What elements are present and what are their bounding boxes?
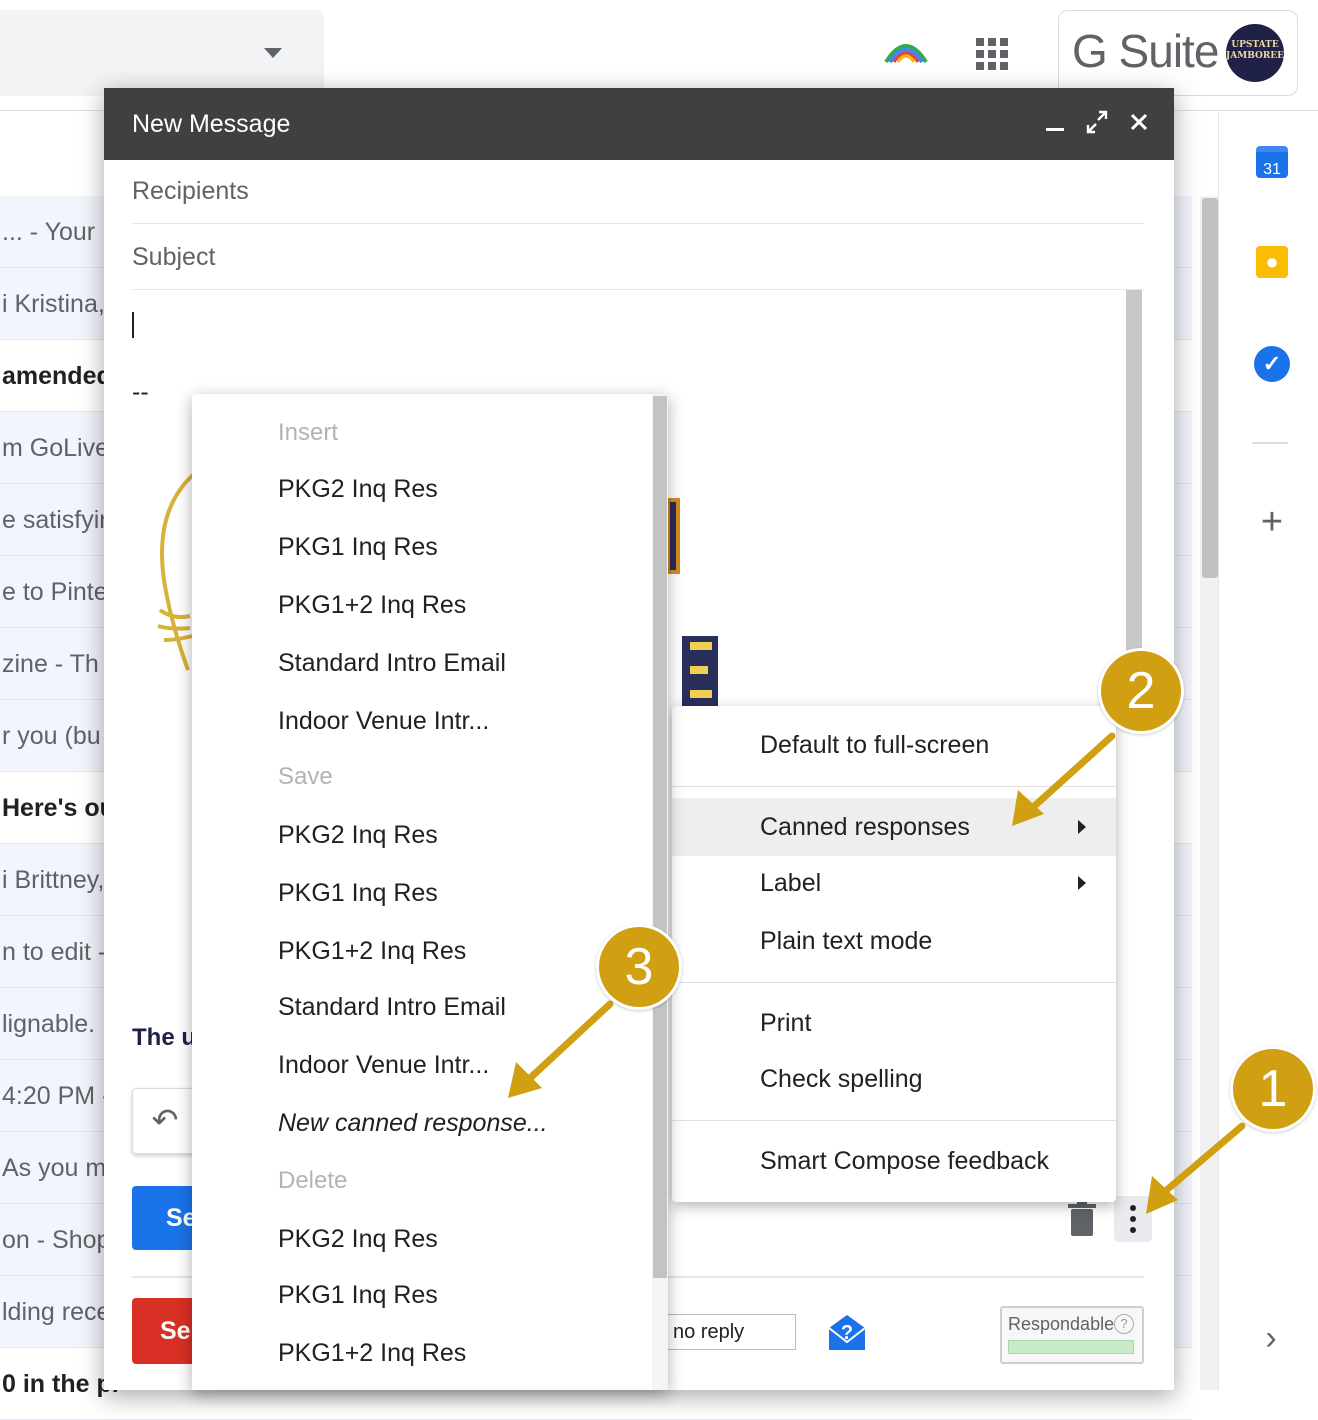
menu-divider [672, 982, 1116, 983]
help-envelope-icon[interactable]: ? [826, 1312, 868, 1352]
canned-insert-item[interactable]: Indoor Venue Intr... [278, 706, 489, 736]
canned-submenu-scrollbar-thumb[interactable] [653, 396, 667, 1278]
canned-delete-item[interactable]: PKG2 Inq Res [278, 1224, 438, 1254]
no-reply-field[interactable]: no reply [660, 1314, 796, 1350]
label-submenu-arrow-icon [1078, 876, 1086, 890]
canned-delete-item[interactable]: PKG1 Inq Res [278, 1280, 438, 1310]
new-canned-response-item[interactable]: New canned response... [278, 1108, 548, 1138]
menu-item-print[interactable]: Print [672, 994, 1116, 1052]
google-apps-grid-icon[interactable] [976, 38, 1008, 70]
menu-divider [672, 1120, 1116, 1121]
canned-save-item[interactable]: PKG1 Inq Res [278, 878, 438, 908]
canned-delete-header: Delete [278, 1167, 348, 1194]
menu-item-canned-responses[interactable]: Canned responses [672, 798, 1116, 856]
menu-item-plain-text-mode[interactable]: Plain text mode [672, 912, 1116, 970]
close-icon[interactable] [1124, 104, 1154, 140]
canned-delete-item[interactable]: PKG1+2 Inq Res [278, 1338, 466, 1368]
tasks-check-icon[interactable]: ✓ [1254, 346, 1290, 382]
canned-save-item[interactable]: PKG2 Inq Res [278, 820, 438, 850]
trash-icon[interactable] [1066, 1200, 1098, 1238]
step-1-badge: 1 [1230, 1046, 1316, 1132]
canned-save-header: Save [278, 763, 333, 790]
subject-field[interactable]: Subject [132, 224, 1144, 290]
menu-item-default-full-screen[interactable]: Default to full-screen [672, 716, 1116, 774]
respondable-score-bar [1008, 1340, 1134, 1354]
search-options-dropdown-icon[interactable] [264, 48, 282, 58]
menu-item-smart-compose-feedback[interactable]: Smart Compose feedback [672, 1132, 1116, 1190]
rainbow-app-icon[interactable] [884, 36, 928, 64]
undo-icon[interactable]: ↶ [132, 1088, 198, 1154]
signature-logo-lettering [668, 498, 718, 706]
canned-insert-item[interactable]: PKG1 Inq Res [278, 532, 438, 562]
recipients-field[interactable]: Recipients [132, 158, 1144, 224]
canned-insert-item[interactable]: Standard Intro Email [278, 648, 506, 678]
canned-save-item[interactable]: PKG1+2 Inq Res [278, 936, 466, 966]
menu-item-label[interactable]: Label [672, 854, 1116, 912]
add-addon-plus-icon[interactable]: + [1256, 502, 1288, 542]
canned-insert-item[interactable]: PKG1+2 Inq Res [278, 590, 466, 620]
more-options-icon[interactable] [1114, 1196, 1152, 1242]
side-panel [1218, 112, 1318, 1390]
canned-insert-header: Insert [278, 419, 339, 446]
expand-side-panel-chevron-icon[interactable]: › [1256, 1318, 1286, 1358]
menu-item-check-spelling[interactable]: Check spelling [672, 1050, 1116, 1108]
compose-title: New Message [132, 110, 291, 138]
canned-save-item[interactable]: Standard Intro Email [278, 992, 506, 1022]
canned-save-item[interactable]: Indoor Venue Intr... [278, 1050, 489, 1080]
canned-responses-submenu-arrow-icon [1078, 820, 1086, 834]
text-cursor [132, 312, 134, 338]
full-screen-icon[interactable] [1082, 104, 1112, 140]
body-text-snippet: The u [132, 1024, 196, 1051]
signature-separator: -- [132, 378, 149, 406]
canned-insert-item[interactable]: PKG2 Inq Res [278, 474, 438, 504]
inbox-scrollbar-thumb[interactable] [1202, 198, 1218, 578]
step-2-badge: 2 [1098, 648, 1184, 734]
account-avatar[interactable]: UPSTATE JAMBOREE [1226, 24, 1284, 82]
respondable-label: Respondable [1008, 1314, 1115, 1334]
svg-text:?: ? [841, 1322, 853, 1344]
step-3-badge: 3 [596, 924, 682, 1010]
calendar-icon[interactable]: 31 [1256, 146, 1288, 178]
side-panel-divider [1252, 442, 1288, 444]
keep-lightbulb-icon[interactable]: ● [1256, 246, 1288, 278]
gsuite-logo-text: G Suite [1072, 25, 1219, 77]
respondable-help-icon[interactable]: ? [1114, 1314, 1134, 1334]
menu-divider [672, 786, 1116, 787]
minimize-icon[interactable] [1040, 104, 1070, 140]
